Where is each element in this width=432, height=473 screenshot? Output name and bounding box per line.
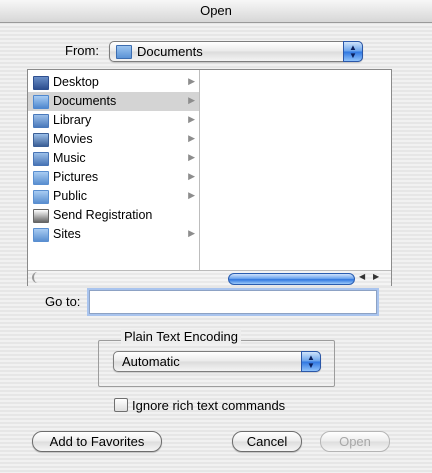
- public-folder-icon: [33, 190, 49, 204]
- documents-folder-icon: [116, 45, 132, 59]
- disclosure-arrow-icon: ▶: [188, 152, 195, 162]
- scroll-track-start: [32, 272, 46, 283]
- file-browser[interactable]: Desktop ▶ Documents ▶ Library ▶ Movies ▶ Music ▶ P…: [27, 69, 392, 286]
- browser-item-label: Send Registration: [53, 208, 153, 222]
- open-button[interactable]: Open: [320, 431, 390, 452]
- music-folder-icon: [33, 152, 49, 166]
- browser-item-label: Desktop: [53, 75, 99, 89]
- browser-item[interactable]: Documents ▶: [28, 92, 199, 111]
- disclosure-arrow-icon: ▶: [188, 95, 195, 105]
- cancel-button[interactable]: Cancel: [232, 431, 302, 452]
- library-folder-icon: [33, 114, 49, 128]
- disclosure-arrow-icon: ▶: [188, 114, 195, 124]
- browser-item[interactable]: Sites ▶: [28, 225, 199, 244]
- browser-item-label: Music: [53, 151, 86, 165]
- horizontal-scrollbar[interactable]: ◀ ▶: [28, 270, 391, 286]
- alias-file-icon: [33, 209, 49, 223]
- from-label: From:: [65, 43, 99, 58]
- browser-column-2[interactable]: [200, 70, 391, 270]
- disclosure-arrow-icon: ▶: [188, 228, 195, 238]
- browser-item[interactable]: Send Registration: [28, 206, 199, 225]
- documents-folder-icon: [33, 95, 49, 109]
- browser-column-1[interactable]: Desktop ▶ Documents ▶ Library ▶ Movies ▶ Music ▶ P…: [28, 70, 200, 270]
- from-location-popup[interactable]: Documents ▲ ▼: [109, 41, 363, 62]
- encoding-group-title: Plain Text Encoding: [121, 329, 241, 344]
- encoding-popup[interactable]: Automatic ▲ ▼: [113, 351, 321, 372]
- browser-item-label: Pictures: [53, 170, 99, 184]
- disclosure-arrow-icon: ▶: [188, 76, 195, 86]
- scrollbar-thumb[interactable]: [228, 273, 355, 285]
- scroll-right-arrow-icon[interactable]: ▶: [373, 272, 379, 281]
- goto-input[interactable]: [89, 290, 377, 314]
- goto-label: Go to:: [45, 294, 81, 309]
- disclosure-arrow-icon: ▶: [188, 133, 195, 143]
- browser-item-label: Movies: [53, 132, 93, 146]
- add-to-favorites-button[interactable]: Add to Favorites: [32, 431, 162, 452]
- movies-folder-icon: [33, 133, 49, 147]
- browser-item[interactable]: Pictures ▶: [28, 168, 199, 187]
- from-selected-value: Documents: [137, 44, 203, 59]
- browser-item-label: Sites: [53, 227, 81, 241]
- browser-item-label: Documents: [53, 94, 117, 108]
- popup-arrows-icon: ▲ ▼: [301, 351, 321, 372]
- browser-item[interactable]: Movies ▶: [28, 130, 199, 149]
- title-bar: Open: [0, 0, 432, 23]
- disclosure-arrow-icon: ▶: [188, 171, 195, 181]
- browser-item[interactable]: Library ▶: [28, 111, 199, 130]
- disclosure-arrow-icon: ▶: [188, 190, 195, 200]
- browser-item[interactable]: Music ▶: [28, 149, 199, 168]
- browser-item[interactable]: Public ▶: [28, 187, 199, 206]
- sites-folder-icon: [33, 228, 49, 242]
- scroll-left-arrow-icon[interactable]: ◀: [359, 272, 365, 281]
- browser-item-label: Library: [53, 113, 92, 127]
- pictures-folder-icon: [33, 171, 49, 185]
- desktop-folder-icon: [33, 76, 49, 90]
- popup-arrows-icon: ▲ ▼: [343, 41, 363, 62]
- browser-item-label: Public: [53, 189, 88, 203]
- ignore-rich-text-checkbox[interactable]: [114, 398, 128, 412]
- browser-item[interactable]: Desktop ▶: [28, 73, 199, 92]
- window-title: Open: [200, 3, 232, 18]
- encoding-selected-value: Automatic: [122, 354, 180, 369]
- ignore-rich-text-label[interactable]: Ignore rich text commands: [132, 398, 285, 413]
